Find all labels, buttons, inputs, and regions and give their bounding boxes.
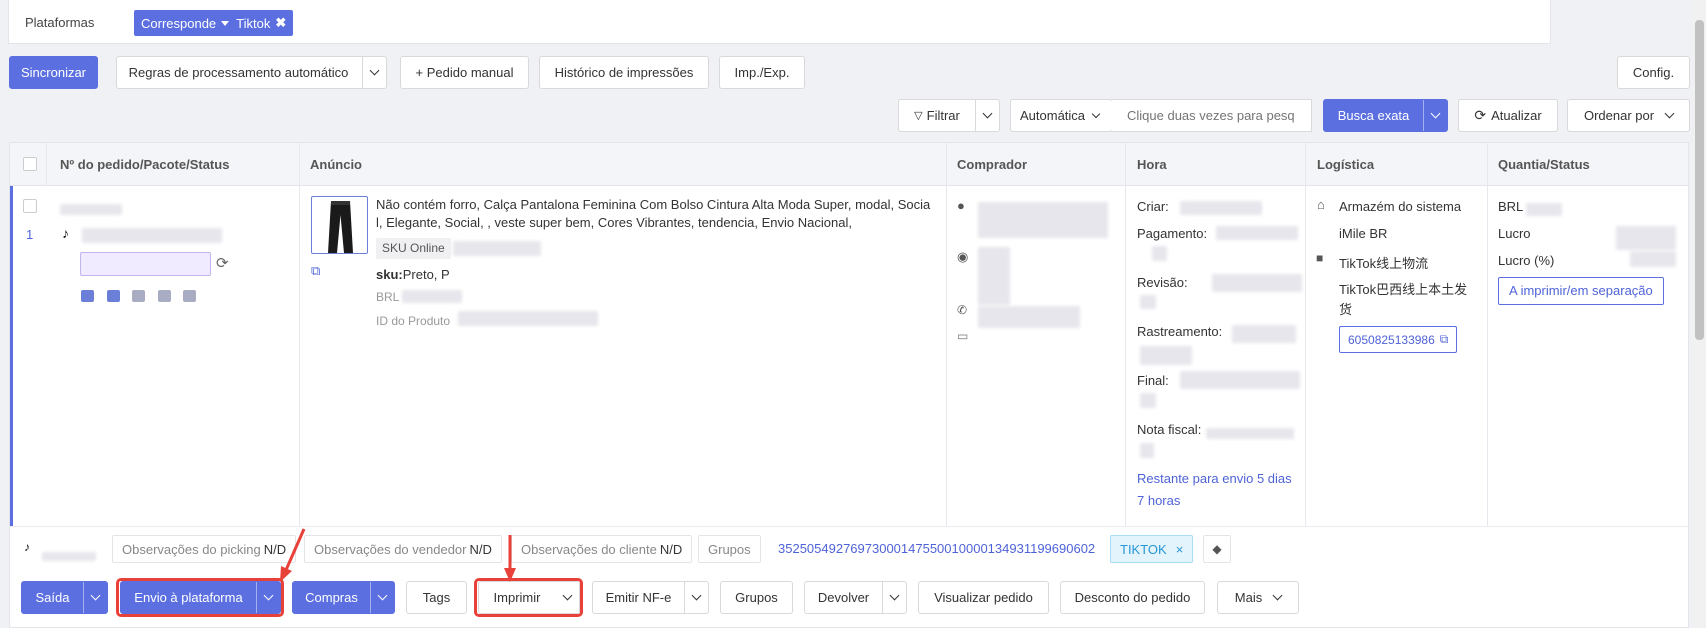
arrowhead-send [280,566,292,582]
arrow-to-send [284,528,306,571]
arrowhead-print [504,568,516,582]
scrollbar-thumb[interactable] [1695,20,1704,340]
annotation-arrows [280,528,516,582]
